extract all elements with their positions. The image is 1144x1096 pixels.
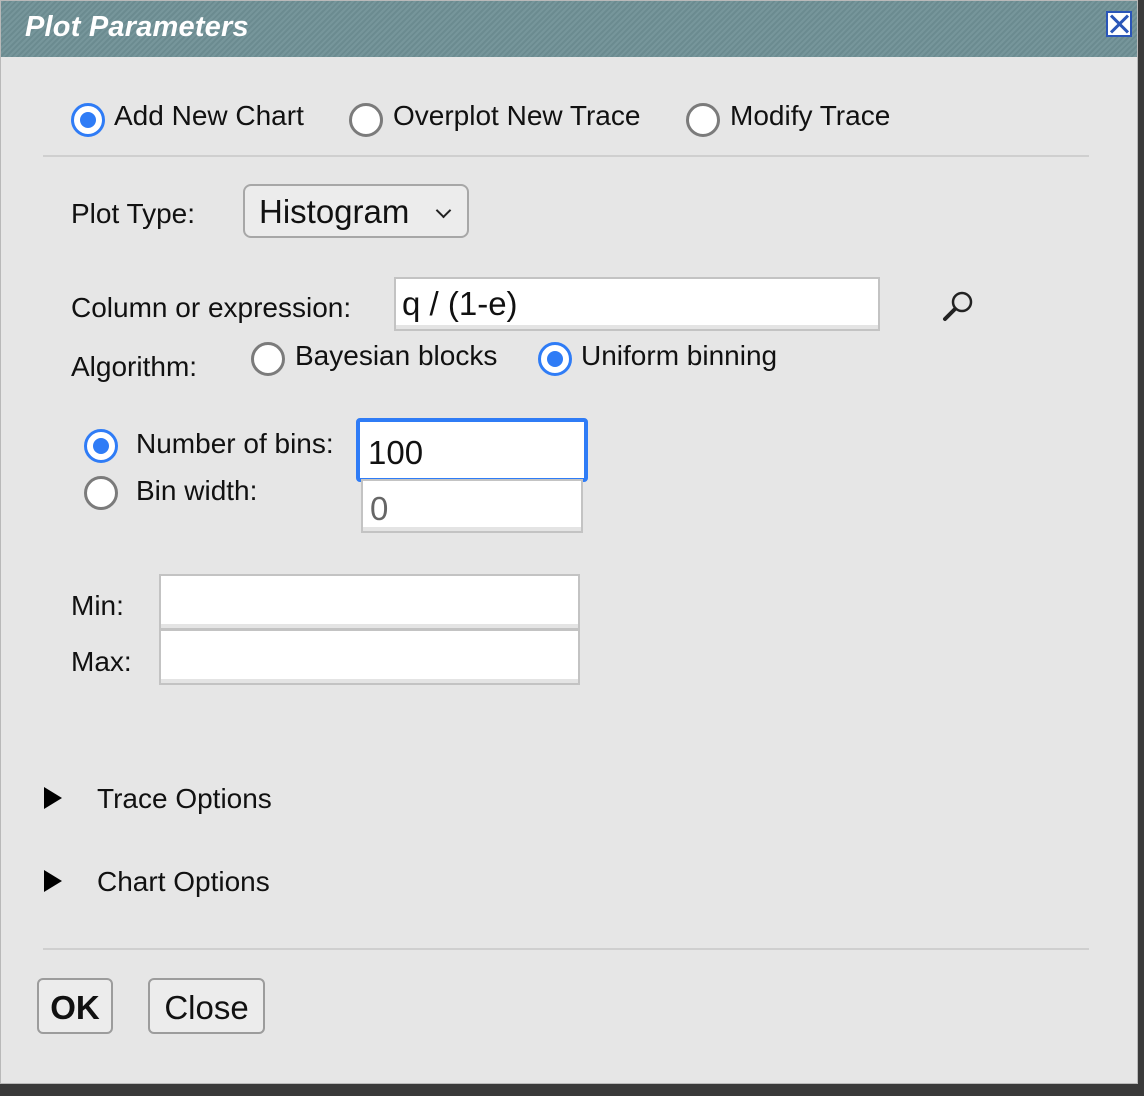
min-label: Min: [71, 590, 124, 621]
chevron-down-icon [435, 202, 452, 219]
dialog-title: Plot Parameters [25, 11, 249, 43]
number-of-bins-label[interactable]: Number of bins: [136, 428, 334, 460]
radio-uniform-binning-label[interactable]: Uniform binning [581, 340, 777, 372]
expand-triangle-icon[interactable] [44, 870, 62, 892]
close-icon[interactable] [1106, 11, 1132, 37]
radio-bayesian-blocks-label[interactable]: Bayesian blocks [295, 340, 497, 372]
close-button[interactable]: Close [148, 978, 265, 1034]
ok-button-label: OK [50, 989, 100, 1026]
expression-input[interactable]: q / (1-e) [394, 277, 880, 331]
expression-label: Column or expression: [71, 292, 352, 323]
max-label: Max: [71, 646, 132, 677]
bin-width-label[interactable]: Bin width: [136, 475, 257, 507]
algorithm-label: Algorithm: [71, 351, 198, 382]
ok-button[interactable]: OK [37, 978, 113, 1034]
radio-overplot-new-trace[interactable] [349, 103, 383, 137]
divider-bottom [43, 948, 1089, 950]
chart-options-toggle[interactable]: Chart Options [97, 866, 270, 898]
number-of-bins-value: 100 [368, 434, 424, 471]
bin-width-input[interactable]: 0 [361, 479, 583, 533]
expression-value: q / (1-e) [402, 285, 518, 322]
radio-add-new-chart-label[interactable]: Add New Chart [114, 100, 304, 132]
dialog-titlebar[interactable]: Plot Parameters [1, 1, 1137, 57]
radio-overplot-new-trace-label[interactable]: Overplot New Trace [393, 100, 640, 132]
radio-uniform-binning[interactable] [538, 342, 572, 376]
radio-modify-trace[interactable] [686, 103, 720, 137]
max-input[interactable] [159, 629, 580, 685]
number-of-bins-input[interactable]: 100 [356, 418, 588, 482]
plot-type-select[interactable]: Histogram [243, 184, 469, 238]
min-input[interactable] [159, 574, 580, 630]
plot-type-label: Plot Type: [71, 198, 196, 229]
magnifier-icon[interactable] [941, 289, 977, 325]
close-button-label: Close [164, 989, 249, 1026]
plot-parameters-dialog: Plot Parameters Add New Chart Overplot N… [0, 0, 1138, 1084]
divider-top [43, 155, 1089, 157]
radio-modify-trace-label[interactable]: Modify Trace [730, 100, 890, 132]
radio-bayesian-blocks[interactable] [251, 342, 285, 376]
plot-type-value: Histogram [259, 193, 410, 230]
radio-number-of-bins[interactable] [84, 429, 118, 463]
radio-add-new-chart[interactable] [71, 103, 105, 137]
trace-options-toggle[interactable]: Trace Options [97, 783, 272, 815]
bin-width-value: 0 [370, 490, 389, 527]
radio-bin-width[interactable] [84, 476, 118, 510]
expand-triangle-icon[interactable] [44, 787, 62, 809]
